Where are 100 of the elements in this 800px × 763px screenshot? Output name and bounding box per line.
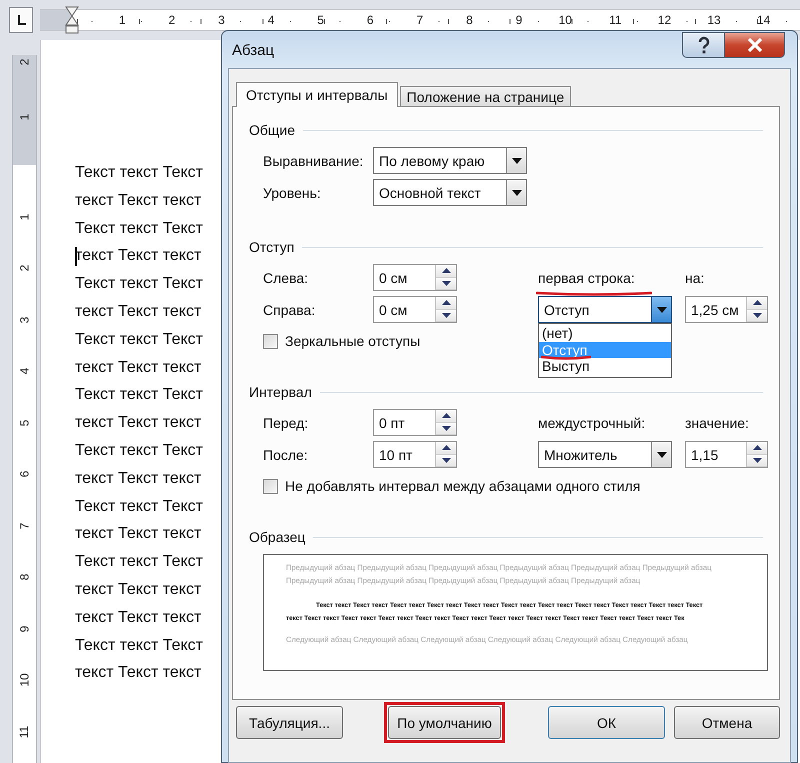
tab[interactable]: Отступы и интервалы	[236, 82, 398, 107]
spin-up-button[interactable]	[747, 297, 767, 310]
down-arrow-icon	[442, 426, 450, 431]
field-label: Перед:	[263, 414, 308, 430]
caret-icon	[656, 452, 666, 458]
up-arrow-icon	[752, 300, 762, 306]
indent-marker-icon[interactable]	[65, 6, 79, 34]
field-label: Слева:	[263, 270, 308, 286]
ruler-number: 8	[466, 14, 473, 26]
spin-field[interactable]: 1,25 см	[685, 296, 768, 323]
spin-up-button[interactable]	[747, 442, 767, 454]
tab[interactable]: Положение на странице	[400, 86, 572, 106]
ruler-number: 13	[707, 14, 721, 26]
body-text: Текст текст Текст	[75, 163, 204, 183]
ruler-number: 9	[18, 625, 30, 632]
ruler-number: 4	[18, 368, 30, 374]
dropdown-option[interactable]: Выступ	[539, 358, 671, 374]
ruler-number: 1	[118, 14, 126, 26]
ruler-number: 14	[756, 14, 770, 26]
spin-up-button[interactable]	[436, 265, 456, 278]
ruler-number: 2	[18, 58, 30, 66]
button[interactable]: Табуляция...	[236, 706, 343, 739]
body-text: текст Текст текст	[75, 302, 202, 322]
dropdown-arrow-button[interactable]	[506, 148, 526, 173]
dropdown[interactable]: Отступ	[538, 296, 672, 323]
spin-field[interactable]: 0 см	[373, 296, 457, 323]
body-text: Текст текст Текст	[75, 274, 204, 294]
ruler-number: 8	[18, 574, 30, 580]
section-heading: Отступ	[249, 239, 294, 255]
field-label: первая строка:	[538, 270, 635, 286]
body-text: Текст текст Текст	[75, 385, 204, 406]
dropdown-option[interactable]: (нет)	[539, 325, 671, 342]
field-label: После:	[263, 446, 308, 462]
up-arrow-icon	[442, 413, 450, 418]
field-label: на:	[685, 270, 704, 286]
down-arrow-icon	[442, 280, 450, 286]
close-button[interactable]	[725, 32, 785, 58]
spin-field[interactable]: 0 см	[373, 264, 457, 291]
body-text: текст Текст текст	[75, 608, 202, 628]
checkbox[interactable]	[263, 334, 278, 348]
ruler-number: 10	[18, 673, 30, 687]
body-text: Текст текст Текст	[75, 636, 204, 656]
ruler-number: 2	[18, 264, 30, 272]
ruler-number: 2	[168, 14, 176, 26]
close-icon	[746, 38, 762, 52]
ruler-number: 6	[18, 470, 30, 478]
caret-icon	[512, 190, 522, 196]
dropdown-arrow-button[interactable]	[651, 297, 671, 322]
ruler-number: 11	[18, 725, 30, 738]
up-arrow-icon	[752, 445, 762, 450]
spin-down-button[interactable]	[436, 278, 456, 290]
button[interactable]: По умолчанию	[388, 706, 501, 739]
dropdown[interactable]: По левому краю	[373, 147, 527, 174]
up-arrow-icon	[442, 300, 450, 306]
dropdown-arrow-button[interactable]	[651, 442, 671, 467]
down-arrow-icon	[752, 312, 762, 318]
down-arrow-icon	[442, 312, 450, 318]
ruler-number: 9	[516, 14, 522, 26]
body-text: текст Текст текст	[75, 246, 202, 266]
body-text: Текст текст Текст	[75, 496, 204, 517]
body-text: Текст текст Текст	[75, 218, 204, 239]
spin-down-button[interactable]	[747, 454, 767, 467]
spin-field[interactable]: 0 пт	[373, 409, 457, 436]
body-text: текст Текст текст	[75, 663, 202, 684]
spin-field[interactable]: 10 пт	[373, 441, 457, 468]
spin-up-button[interactable]	[436, 410, 456, 422]
ruler-number: 3	[18, 316, 30, 323]
spin-up-button[interactable]	[436, 442, 456, 454]
caret-icon	[656, 306, 666, 312]
spin-down-button[interactable]	[747, 310, 767, 322]
ruler-number: 5	[317, 14, 324, 26]
dropdown[interactable]: Основной текст	[373, 179, 527, 206]
tab-stop-button[interactable]	[9, 7, 33, 33]
spin-field[interactable]: 1,15	[685, 441, 768, 468]
section-heading: Общие	[249, 122, 296, 138]
ruler-number: 7	[416, 14, 424, 26]
body-text: текст Текст текст	[75, 580, 202, 600]
field-label: междустрочный:	[538, 414, 646, 430]
left-tab-icon	[16, 15, 26, 25]
spin-down-button[interactable]	[436, 454, 456, 467]
ruler-number: 3	[218, 14, 225, 26]
spin-down-button[interactable]	[436, 310, 456, 322]
body-text: Текст текст Текст	[75, 440, 204, 461]
field-label: значение:	[685, 414, 749, 430]
window-title: Абзац	[232, 42, 274, 59]
ruler-number: 12	[658, 14, 672, 26]
button[interactable]: Отмена	[674, 706, 780, 739]
dropdown-arrow-button[interactable]	[506, 180, 526, 205]
spin-down-button[interactable]	[436, 422, 456, 435]
dropdown[interactable]: Множитель	[538, 441, 672, 468]
body-text: Текст текст Текст	[75, 330, 204, 350]
up-arrow-icon	[442, 445, 450, 450]
ruler-number: 5	[18, 419, 30, 426]
field-label: Выравнивание:	[263, 152, 364, 168]
help-button[interactable]	[682, 32, 725, 58]
checkbox[interactable]	[263, 478, 278, 494]
ruler-number: 11	[609, 14, 622, 26]
button[interactable]: ОК	[548, 706, 665, 739]
spin-up-button[interactable]	[436, 297, 456, 310]
caret-icon	[512, 158, 522, 164]
